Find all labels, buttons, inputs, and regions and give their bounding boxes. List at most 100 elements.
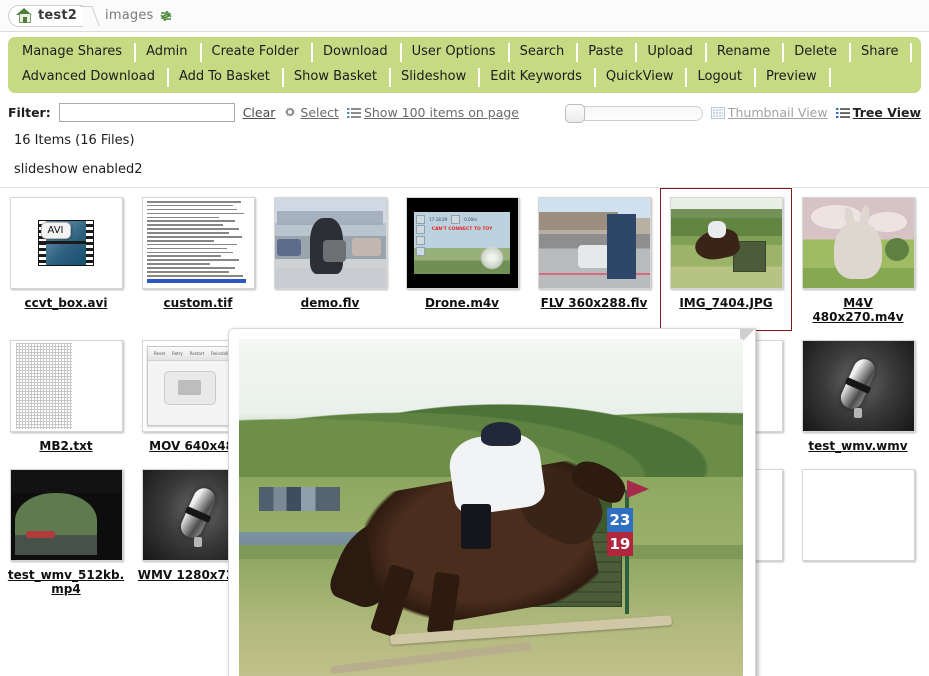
toolbar-item-logout[interactable]: Logout — [685, 65, 754, 90]
avi-badge: AVI — [41, 222, 71, 239]
hatch-text-icon — [11, 341, 122, 431]
item-count: 16 Items (16 Files) — [0, 130, 929, 148]
file-name[interactable]: Drone.m4v — [400, 296, 524, 310]
tree-view-toggle[interactable]: Tree View — [836, 105, 921, 120]
file-name[interactable]: M4V 480x270.m4v — [796, 296, 920, 324]
file-cell-test-wmv-512kb-mp4[interactable]: test_wmv_512kb.mp4 — [0, 460, 132, 603]
drone-screen: 17:18:290.00m CAN'T CONNECT TO TOY — [407, 198, 518, 288]
toolbar-item-user-options[interactable]: User Options — [400, 40, 508, 65]
slider-knob[interactable] — [565, 104, 585, 123]
thumbnail-size-slider[interactable] — [565, 104, 703, 122]
pennant-flag-icon — [627, 480, 649, 498]
refresh-icon[interactable] — [159, 9, 173, 23]
tunnel-scene — [11, 470, 122, 560]
microphone-thumbnail — [803, 341, 914, 431]
marker-number-blue: 23 — [607, 508, 633, 532]
thumbnail[interactable] — [10, 340, 123, 432]
toolbar-item-share[interactable]: Share — [849, 40, 911, 65]
list-icon — [347, 107, 361, 119]
file-cell-ccvt-box-avi[interactable]: AVI ccvt_box.avi — [0, 188, 132, 331]
toolbar-item-quickview[interactable]: QuickView — [594, 65, 686, 90]
slider-track — [565, 106, 703, 121]
file-name[interactable]: FLV 360x288.flv — [532, 296, 656, 310]
thumbnail[interactable]: 17:18:290.00m CAN'T CONNECT TO TOY — [406, 197, 519, 289]
bunny-animation — [803, 198, 914, 288]
thumbnail[interactable] — [802, 197, 915, 289]
filter-input[interactable] — [59, 103, 235, 122]
toolbar-item-manage-shares[interactable]: Manage Shares — [10, 40, 134, 65]
thumbnail[interactable] — [670, 197, 783, 289]
file-cell-flv-360x288[interactable]: FLV 360x288.flv — [528, 188, 660, 331]
thumbnail[interactable] — [10, 469, 123, 561]
thumbnail[interactable] — [802, 469, 915, 561]
thumbnail[interactable] — [538, 197, 651, 289]
toolbar-item-admin[interactable]: Admin — [134, 40, 199, 65]
toolbar-divider — [910, 40, 912, 65]
file-name[interactable]: MB2.txt — [4, 439, 128, 453]
file-name[interactable]: demo.flv — [268, 296, 392, 310]
file-cell-drone-m4v[interactable]: 17:18:290.00m CAN'T CONNECT TO TOY Drone… — [396, 188, 528, 331]
toolbar-item-download[interactable]: Download — [311, 40, 400, 65]
file-cell-custom-tif[interactable]: custom.tif — [132, 188, 264, 331]
breadcrumb: test2 images — [0, 0, 929, 32]
breadcrumb-separator — [83, 5, 97, 27]
select-label: Select — [300, 105, 339, 120]
main-toolbar: Manage Shares Admin Create Folder Downlo… — [8, 37, 921, 93]
show-items-label: Show 100 items on page — [364, 105, 519, 120]
grid-icon — [711, 107, 725, 119]
file-manager-page: test2 images Manage Shares Admin Create … — [0, 0, 929, 676]
spectators — [259, 487, 340, 511]
file-name[interactable]: IMG_7404.JPG — [664, 296, 788, 310]
text-document-icon — [143, 198, 254, 288]
file-grid-row: AVI ccvt_box.avi — [0, 188, 929, 331]
thumbnail[interactable] — [802, 340, 915, 432]
file-cell-mb2-txt[interactable]: MB2.txt — [0, 331, 132, 460]
toolbar-item-preview[interactable]: Preview — [754, 65, 829, 90]
file-cell-demo-flv[interactable]: demo.flv — [264, 188, 396, 331]
thumbnail[interactable]: AVI — [10, 197, 123, 289]
file-cell-img-7404-jpg[interactable]: IMG_7404.JPG — [660, 188, 792, 331]
marker-number-red: 19 — [607, 532, 633, 556]
breadcrumb-current-label: images — [105, 8, 153, 23]
file-cell-m4v-480x270[interactable]: M4V 480x270.m4v — [792, 188, 924, 331]
toolbar-divider-2 — [829, 65, 831, 90]
breadcrumb-current[interactable]: images — [99, 5, 178, 27]
toolbar-item-paste[interactable]: Paste — [576, 40, 635, 65]
toolbar-item-upload[interactable]: Upload — [635, 40, 705, 65]
clear-link[interactable]: Clear — [243, 105, 276, 120]
home-icon — [16, 8, 33, 23]
file-cell-hidden[interactable] — [792, 460, 924, 603]
file-name[interactable]: ccvt_box.avi — [4, 296, 128, 310]
motorcycle-scene — [275, 198, 386, 288]
toolbar-item-show-basket[interactable]: Show Basket — [282, 65, 389, 90]
show-items-link[interactable]: Show 100 items on page — [347, 105, 519, 120]
file-name[interactable]: test_wmv_512kb.mp4 — [4, 568, 128, 596]
toolbar-item-rename[interactable]: Rename — [705, 40, 782, 65]
toolbar-item-add-to-basket[interactable]: Add To Basket — [167, 65, 282, 90]
toolbar-item-create-folder[interactable]: Create Folder — [200, 40, 312, 65]
thumbnail-view-label: Thumbnail View — [728, 105, 828, 120]
thumbnail[interactable] — [274, 197, 387, 289]
toolbar-row-1: Manage Shares Admin Create Folder Downlo… — [10, 40, 919, 65]
filter-label: Filter: — [8, 105, 51, 120]
tree-list-icon — [836, 107, 850, 119]
toolbar-item-advanced-download[interactable]: Advanced Download — [10, 65, 167, 90]
breadcrumb-home-label: test2 — [38, 8, 77, 23]
toolbar-row-2: Advanced Download Add To Basket Show Bas… — [10, 65, 919, 90]
preview-image: 23 19 — [239, 339, 743, 676]
file-name[interactable]: test_wmv.wmv — [796, 439, 920, 453]
thumbnail[interactable] — [142, 197, 255, 289]
toolbar-item-delete[interactable]: Delete — [782, 40, 849, 65]
thumbnail-view-toggle[interactable]: Thumbnail View — [711, 105, 828, 120]
horse-jump-photo — [671, 198, 782, 288]
preview-overlay[interactable]: 23 19 — [228, 328, 756, 676]
toolbar-item-slideshow[interactable]: Slideshow — [389, 65, 478, 90]
file-name[interactable]: custom.tif — [136, 296, 260, 310]
select-link[interactable]: Select — [283, 105, 339, 120]
breadcrumb-home[interactable]: test2 — [8, 5, 83, 27]
toolbar-item-search[interactable]: Search — [508, 40, 577, 65]
toolbar-item-edit-keywords[interactable]: Edit Keywords — [478, 65, 594, 90]
street-kart-scene — [539, 198, 650, 288]
file-cell-test-wmv-wmv[interactable]: test_wmv.wmv — [792, 331, 924, 460]
gear-icon — [283, 106, 297, 120]
